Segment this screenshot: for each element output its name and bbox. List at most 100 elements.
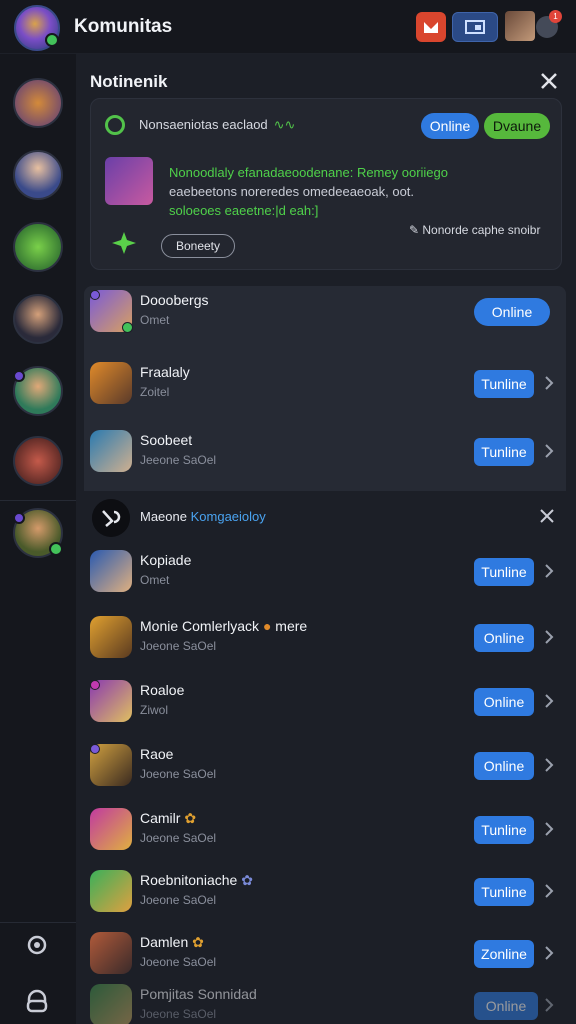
macro-row[interactable]: Maeone Komgaeioloy (76, 491, 576, 543)
contact-name-text: Damlen (140, 934, 189, 950)
contact-status: Joeone SaOel (140, 1007, 217, 1021)
online-status-dot (49, 542, 63, 556)
contact-name-suffix: mere (275, 618, 308, 634)
contact-name: Damlen ✿ (140, 934, 204, 951)
macro-label: Maeone Komgaeioloy (140, 509, 266, 524)
status-button[interactable]: Zonline (474, 940, 534, 968)
contact-name-text: Monie Comlerlyack (140, 618, 260, 634)
wave-icon: ∿∿ (273, 117, 296, 132)
status-button[interactable]: Online (474, 624, 534, 652)
macro-link[interactable]: Komgaeioloy (191, 509, 266, 524)
server-rail (0, 54, 76, 1024)
contact-name: Raoe (140, 746, 174, 762)
chevron-right-icon[interactable] (542, 996, 556, 1014)
macro-prefix: Maeone (140, 509, 187, 524)
main-panel: Notinenik Nonsaeniotas eaclaod ∿∿ Online … (76, 54, 576, 1024)
rail-server-7[interactable] (13, 508, 63, 558)
contact-name-text: Roebnitoniache (140, 872, 238, 888)
list-item[interactable]: Kopiade Omet Tunline (76, 540, 576, 606)
contact-avatar (90, 616, 132, 658)
status-button[interactable]: Tunline (474, 558, 534, 586)
sparkle-icon (112, 232, 136, 254)
online-pill[interactable]: Online (421, 113, 479, 139)
contact-name: Camilr ✿ (140, 810, 196, 827)
notification-title: Notinenik (90, 72, 168, 91)
status-icon (105, 115, 125, 135)
status-button[interactable]: Online (474, 992, 538, 1020)
contact-avatar (90, 680, 132, 722)
headset-icon[interactable] (24, 988, 50, 1014)
status-button[interactable]: Tunline (474, 438, 534, 466)
chevron-right-icon[interactable] (542, 944, 556, 962)
contact-status: Joeone SaOel (140, 831, 217, 845)
rail-server-6[interactable] (13, 436, 63, 486)
notification-line: soloeoes eaeetne:|d eah:] (169, 203, 319, 218)
list-item[interactable]: Roaloe Ziwol Online (76, 670, 576, 736)
contact-status: Joeone SaOel (140, 893, 217, 907)
contact-status: Joeone SaOel (140, 767, 217, 781)
list-item[interactable]: Raoe Joeone SaOel Online (76, 734, 576, 800)
emoji-icon: ● (262, 618, 272, 634)
rail-indicator (13, 512, 25, 524)
chevron-right-icon[interactable] (542, 882, 556, 900)
contact-avatar (90, 362, 132, 404)
close-icon[interactable] (538, 70, 560, 92)
status-button[interactable]: Tunline (474, 816, 534, 844)
rail-server-4[interactable] (13, 294, 63, 344)
status-button[interactable]: Online (474, 298, 550, 326)
emoji-icon: ✿ (192, 934, 204, 950)
chevron-right-icon[interactable] (542, 374, 556, 392)
list-item[interactable]: Roebnitoniache ✿ Joeone SaOel Tunline (76, 860, 576, 926)
rail-server-3[interactable] (13, 222, 63, 272)
contact-name: Roebnitoniache ✿ (140, 872, 253, 889)
contact-name: Fraalaly (140, 364, 190, 380)
app-avatar[interactable] (14, 5, 60, 51)
emoji-icon: ✿ (241, 872, 253, 888)
chevron-right-icon[interactable] (542, 442, 556, 460)
contact-name-text: Camilr (140, 810, 181, 826)
chevron-right-icon[interactable] (542, 628, 556, 646)
chevron-right-icon[interactable] (542, 756, 556, 774)
contact-status: Zoitel (140, 385, 170, 399)
list-item[interactable]: Fraalaly Zoitel Tunline (76, 352, 576, 418)
notification-body: Nonoodlaly efanadaeoodenane: Remey oorii… (169, 163, 499, 220)
list-item[interactable]: Dooobergs Omet Online (76, 280, 576, 346)
contact-status: Omet (140, 573, 170, 587)
rail-server-1[interactable] (13, 78, 63, 128)
avatar-indicator (90, 744, 100, 754)
rail-server-5[interactable] (13, 366, 63, 416)
contact-avatar (90, 932, 132, 974)
rail-server-2[interactable] (13, 150, 63, 200)
window-button[interactable] (452, 12, 498, 42)
status-pill[interactable]: Dvaune (484, 113, 550, 139)
notification-note-text: Nonorde caphe snoibr (422, 223, 541, 237)
contact-name: Pomjitas Sonnidad (140, 986, 257, 1002)
list-item[interactable]: Monie Comlerlyack ● mere Joeone SaOel On… (76, 606, 576, 672)
contact-avatar (90, 744, 132, 786)
avatar-indicator (90, 680, 100, 690)
status-button[interactable]: Tunline (474, 370, 534, 398)
close-icon[interactable] (539, 508, 555, 524)
list-item[interactable]: Soobeet Jeeone SaOel Tunline (76, 420, 576, 486)
chevron-right-icon[interactable] (542, 820, 556, 838)
notification-action-button[interactable]: Boneety (161, 234, 235, 258)
list-item[interactable]: Camilr ✿ Joeone SaOel Tunline (76, 798, 576, 864)
notification-line: eaebeetons noreredes omedeeaeoak, oot. (169, 184, 415, 199)
notification-card: Nonsaeniotas eaclaod ∿∿ Online Dvaune Non… (90, 98, 562, 270)
contact-status: Jeeone SaOel (140, 453, 217, 467)
alert-button[interactable] (416, 12, 446, 42)
chevron-right-icon[interactable] (542, 562, 556, 580)
list-item[interactable]: Pomjitas Sonnidad Joeone SaOel Online (76, 974, 576, 1024)
gear-icon[interactable] (24, 932, 50, 958)
status-button[interactable]: Tunline (474, 878, 534, 906)
status-button[interactable]: Online (474, 688, 534, 716)
contact-status: Joeone SaOel (140, 955, 217, 969)
status-button[interactable]: Online (474, 752, 534, 780)
contact-name: Soobeet (140, 432, 193, 448)
profile-avatar[interactable] (505, 11, 535, 41)
contact-avatar (90, 870, 132, 912)
alert-icon (424, 22, 438, 33)
contact-name: Dooobergs (140, 292, 209, 308)
contact-status: Ziwol (140, 703, 169, 717)
chevron-right-icon[interactable] (542, 692, 556, 710)
